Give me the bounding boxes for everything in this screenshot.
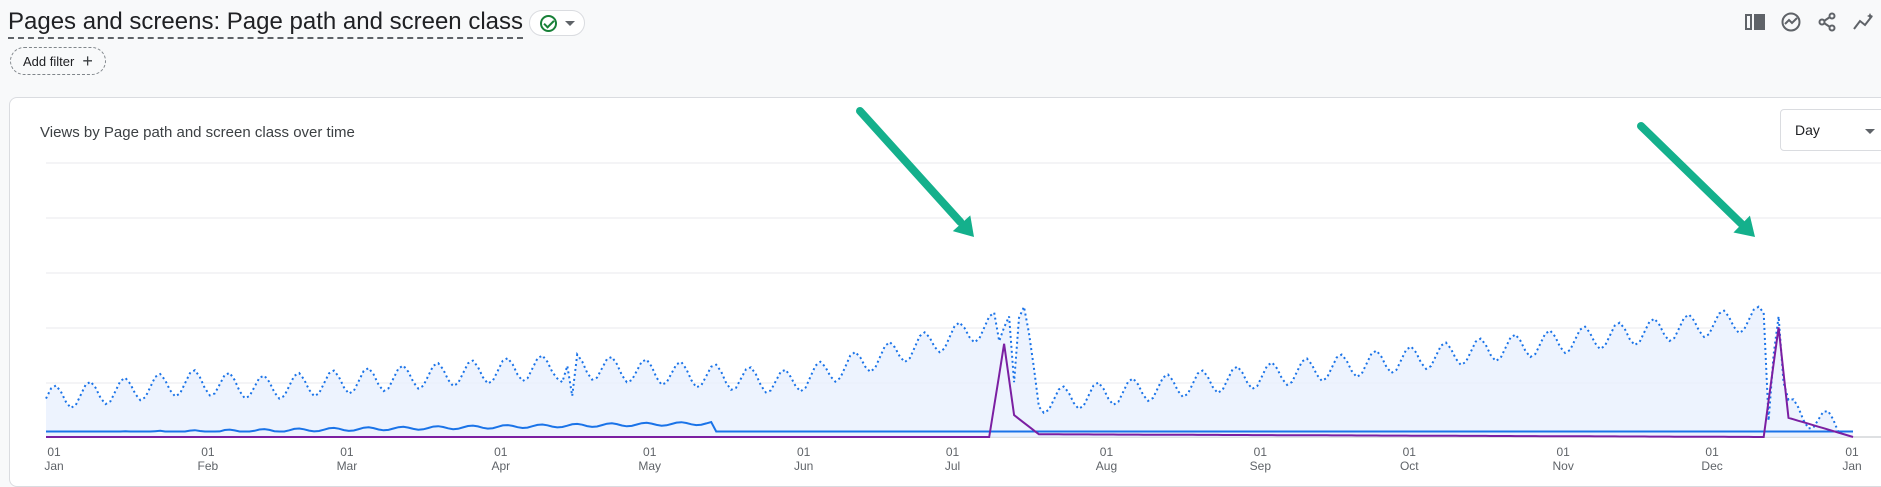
x-tick-label: 01Jan — [44, 445, 63, 473]
svg-text:Sep: Sep — [1250, 459, 1272, 473]
x-tick-label: 01Sep — [1250, 445, 1272, 473]
svg-text:Jan: Jan — [44, 459, 63, 473]
svg-text:01: 01 — [1100, 445, 1114, 459]
x-tick-label: 01Jun — [794, 445, 813, 473]
x-tick-label: 01Mar — [337, 445, 358, 473]
svg-text:Aug: Aug — [1096, 459, 1117, 473]
x-tick-label: 01Aug — [1096, 445, 1117, 473]
svg-text:May: May — [638, 459, 661, 473]
x-axis-ticks: 01Jan01Feb01Mar01Apr01May01Jun01Jul01Aug… — [44, 445, 1861, 473]
svg-text:01: 01 — [201, 445, 215, 459]
svg-text:01: 01 — [47, 445, 61, 459]
x-tick-label: 01Dec — [1701, 445, 1722, 473]
svg-text:Feb: Feb — [198, 459, 219, 473]
svg-text:Mar: Mar — [337, 459, 358, 473]
svg-text:01: 01 — [1403, 445, 1417, 459]
x-tick-label: 01Jul — [945, 445, 960, 473]
svg-text:Jan: Jan — [1842, 459, 1861, 473]
svg-text:01: 01 — [1556, 445, 1570, 459]
x-tick-label: 01Oct — [1400, 445, 1419, 473]
svg-text:Apr: Apr — [491, 459, 510, 473]
svg-text:01: 01 — [797, 445, 811, 459]
x-tick-label: 01Jan — [1842, 445, 1861, 473]
arrow-december-spike — [1637, 122, 1755, 237]
series-area-fill — [46, 306, 1854, 437]
svg-text:Jun: Jun — [794, 459, 813, 473]
svg-text:01: 01 — [643, 445, 657, 459]
x-tick-label: 01Apr — [491, 445, 510, 473]
x-tick-label: 01Feb — [198, 445, 219, 473]
svg-text:01: 01 — [494, 445, 508, 459]
svg-text:01: 01 — [1845, 445, 1859, 459]
svg-text:01: 01 — [340, 445, 354, 459]
svg-text:Nov: Nov — [1553, 459, 1574, 473]
svg-text:01: 01 — [946, 445, 960, 459]
x-tick-label: 01May — [638, 445, 661, 473]
svg-text:Oct: Oct — [1400, 459, 1419, 473]
svg-text:Jul: Jul — [945, 459, 960, 473]
x-tick-label: 01Nov — [1553, 445, 1574, 473]
svg-text:01: 01 — [1254, 445, 1268, 459]
svg-text:01: 01 — [1705, 445, 1719, 459]
svg-text:Dec: Dec — [1701, 459, 1722, 473]
line-chart[interactable]: 01Jan01Feb01Mar01Apr01May01Jun01Jul01Aug… — [0, 0, 1881, 476]
